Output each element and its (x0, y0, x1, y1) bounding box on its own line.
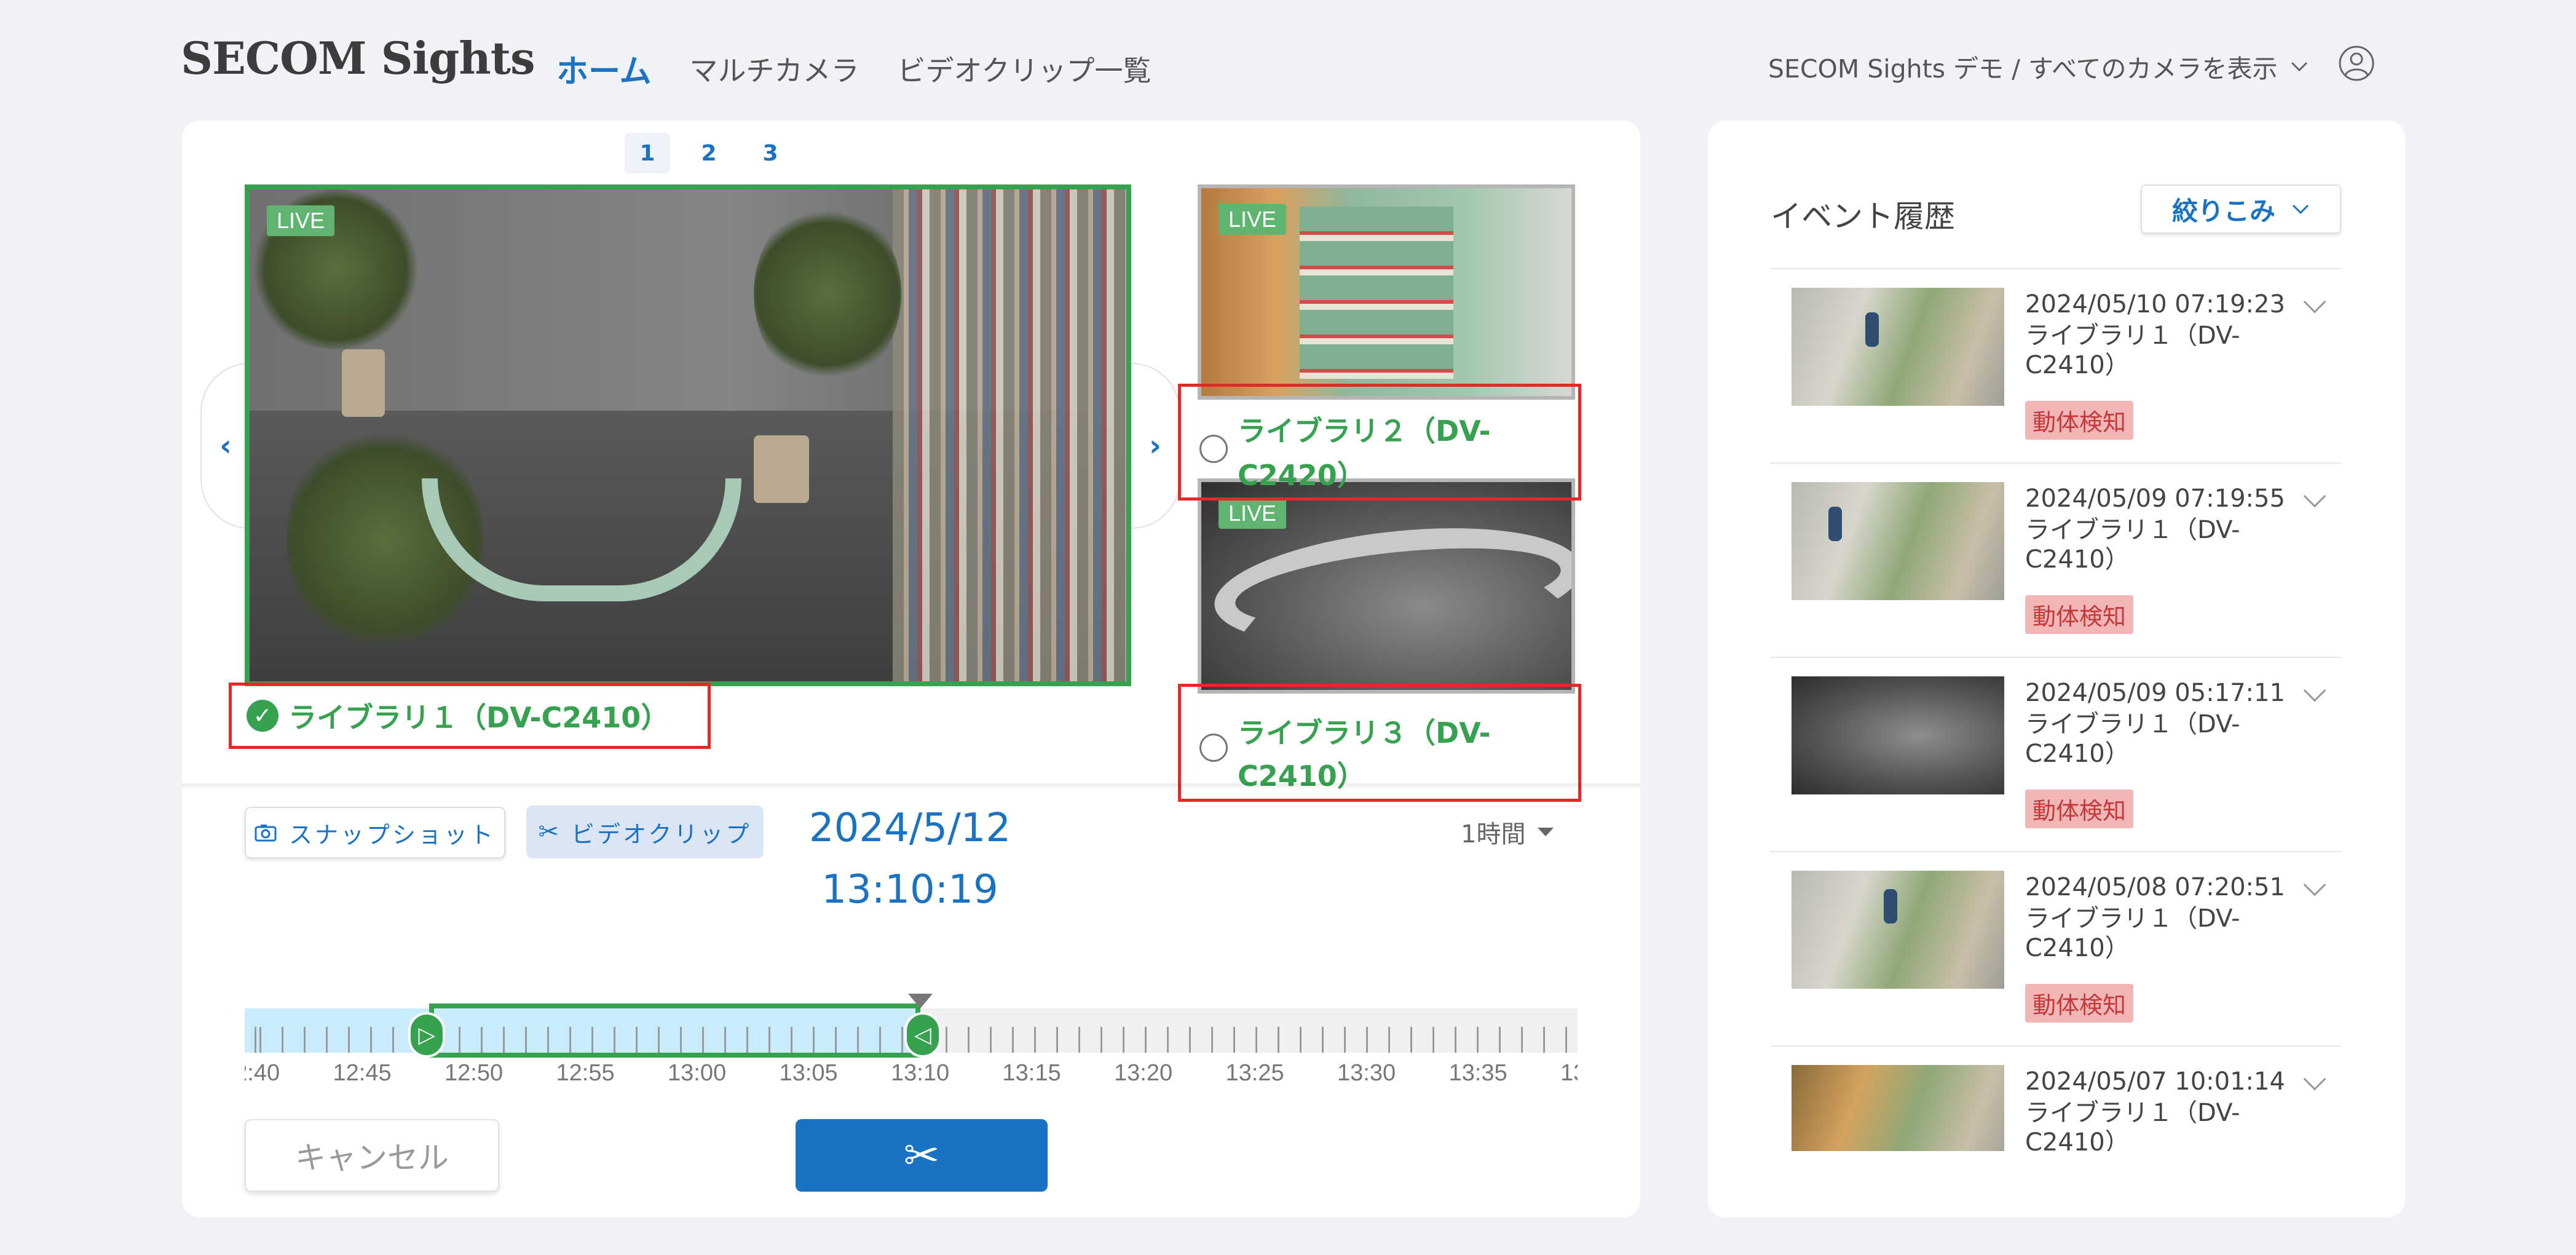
event-time: 2024/05/09 07:19:55 (2025, 485, 2285, 513)
user-settings-icon[interactable] (2337, 44, 2376, 82)
videoclip-button[interactable]: ✂ ビデオクリップ (526, 806, 764, 858)
camera-3-view[interactable]: LIVE (1198, 478, 1575, 694)
chevron-down-icon[interactable] (2303, 290, 2326, 314)
event-item[interactable]: 2024/05/08 07:20:51 ライブラリ１（DV-C2410） 動体検… (1771, 852, 2341, 1047)
time-range-value: 1時間 (1461, 820, 1526, 849)
camera-2-view[interactable]: LIVE (1198, 184, 1575, 400)
timeline-tick-label: 13:20 (1114, 1060, 1173, 1086)
playhead-marker[interactable] (908, 994, 933, 1008)
chevron-left-icon: ‹ (219, 429, 232, 463)
radio-button[interactable] (1199, 734, 1228, 762)
chevron-down-icon[interactable] (2303, 1067, 2326, 1091)
camera-2-name: ライブラリ２（DV-C2420） (1238, 414, 1491, 492)
timeline-tick-label: 13:00 (668, 1060, 727, 1086)
event-history-title: イベント履歴 (1771, 199, 1955, 234)
live-badge: LIVE (1219, 498, 1287, 529)
timeline-labels: 12:40 12:45 12:50 12:55 13:00 13:05 13:10 13:15… (245, 1008, 1578, 1095)
prev-page-button[interactable]: ‹ (200, 363, 250, 529)
event-tag: 動体検知 (2025, 790, 2134, 828)
camera-1-label[interactable]: ✓ ライブラリ１（DV-C2410） (229, 683, 711, 749)
chevron-down-icon[interactable] (2303, 485, 2326, 508)
time-range-select[interactable]: 1時間 (1461, 814, 1555, 850)
timeline-tick-label: 13:30 (1337, 1060, 1396, 1086)
event-item[interactable]: 2024/05/09 07:19:55 ライブラリ１（DV-C2410） 動体検… (1771, 464, 2341, 658)
event-item[interactable]: 2024/05/07 10:01:14 ライブラリ１（DV-C2410） (1771, 1047, 2341, 1151)
scissors-icon: ✂ (903, 1130, 940, 1181)
chevron-down-icon (2292, 204, 2309, 215)
live-badge: LIVE (267, 205, 335, 236)
filter-button[interactable]: 絞りこみ (2141, 184, 2341, 234)
chevron-down-icon (2291, 61, 2307, 72)
event-tag: 動体検知 (2025, 401, 2134, 440)
event-list[interactable]: 2024/05/10 07:19:23 ライブラリ１（DV-C2410） 動体検… (1771, 268, 2341, 1151)
radio-button[interactable] (1199, 435, 1228, 463)
camera-icon (255, 825, 277, 842)
section-divider (182, 783, 1640, 790)
nav-multi-camera[interactable]: マルチカメラ (689, 49, 859, 89)
chevron-right-icon: › (1149, 429, 1161, 463)
check-circle-icon: ✓ (247, 700, 279, 732)
timeline-tick-label: 13:10 (891, 1060, 950, 1086)
event-item[interactable]: 2024/05/10 07:19:23 ライブラリ１（DV-C2410） 動体検… (1771, 269, 2341, 464)
current-date: 2024/5/12 (808, 806, 1011, 851)
event-camera: ライブラリ１（DV-C2410） (2025, 322, 2240, 379)
event-camera: ライブラリ１（DV-C2410） (2025, 710, 2240, 768)
chevron-down-icon[interactable] (2303, 679, 2326, 702)
snapshot-button[interactable]: スナップショット (245, 807, 505, 858)
nav-videoclip-list[interactable]: ビデオクリップ一覧 (897, 49, 1151, 89)
event-camera: ライブラリ１（DV-C2410） (2025, 516, 2240, 574)
videoclip-label: ビデオクリップ (571, 820, 752, 848)
page-tab-3[interactable]: 3 (748, 133, 793, 173)
caret-down-icon (1538, 828, 1554, 836)
timeline-tick-label: 12:45 (333, 1060, 392, 1086)
snapshot-label: スナップショット (288, 821, 496, 849)
scissors-icon: ✂ (538, 818, 559, 846)
timeline-tick-label: 13:05 (779, 1060, 838, 1086)
event-tag: 動体検知 (2025, 984, 2134, 1023)
event-thumbnail[interactable] (1792, 871, 2004, 989)
timeline-tick-label: 13:15 (1002, 1060, 1061, 1086)
timeline-tick-label: 12:50 (444, 1060, 504, 1086)
event-camera: ライブラリ１（DV-C2410） (2025, 1099, 2240, 1151)
camera-1-name: ライブラリ１（DV-C2410） (288, 701, 670, 734)
event-time: 2024/05/10 07:19:23 (2025, 290, 2285, 319)
cancel-button[interactable]: キャンセル (245, 1119, 499, 1192)
timeline-tick-label: 13:25 (1225, 1060, 1284, 1086)
page-tab-1[interactable]: 1 (625, 133, 670, 173)
next-page-button[interactable]: › (1131, 363, 1180, 529)
event-tag: 動体検知 (2025, 595, 2134, 634)
page-tab-2[interactable]: 2 (686, 133, 732, 173)
event-time: 2024/05/09 05:17:11 (2025, 679, 2285, 707)
cut-clip-button[interactable]: ✂ (796, 1119, 1048, 1192)
timeline-tick-label: 12:40 (245, 1060, 280, 1086)
event-time: 2024/05/08 07:20:51 (2025, 873, 2285, 901)
chevron-down-icon[interactable] (2303, 873, 2326, 897)
timeline-tick-label: 12:55 (556, 1060, 615, 1086)
filter-label: 絞りこみ (2171, 196, 2275, 226)
event-camera: ライブラリ１（DV-C2410） (2025, 905, 2240, 962)
live-badge: LIVE (1219, 204, 1287, 235)
event-thumbnail[interactable] (1792, 1065, 2004, 1151)
timeline-tick-label: 13:40 (1560, 1060, 1578, 1086)
event-item[interactable]: 2024/05/09 05:17:11 ライブラリ１（DV-C2410） 動体検… (1771, 658, 2341, 852)
timeline-tick-label: 13:35 (1448, 1060, 1507, 1086)
camera-2-label[interactable]: ライブラリ２（DV-C2420） (1178, 384, 1581, 501)
nav-home[interactable]: ホーム (556, 46, 651, 92)
event-thumbnail[interactable] (1792, 288, 2004, 406)
event-time: 2024/05/07 10:01:14 (2025, 1067, 2285, 1096)
account-camera-select[interactable]: SECOM Sights デモ / すべてのカメラを表示 (1768, 48, 2309, 85)
event-thumbnail[interactable] (1792, 482, 2004, 600)
account-camera-label: SECOM Sights デモ / すべてのカメラを表示 (1768, 54, 2278, 84)
current-time: 13:10:19 (821, 867, 998, 913)
timeline[interactable]: ▷ ◁ 12:4012:4512:5012:5513:0013:0513:101… (245, 994, 1578, 1095)
main-camera-view[interactable]: LIVE (245, 184, 1131, 686)
event-thumbnail[interactable] (1792, 676, 2004, 794)
main-nav: ホーム マルチカメラ ビデオクリップ一覧 (556, 46, 1152, 92)
app-logo[interactable]: SECOM Sights (181, 32, 535, 84)
